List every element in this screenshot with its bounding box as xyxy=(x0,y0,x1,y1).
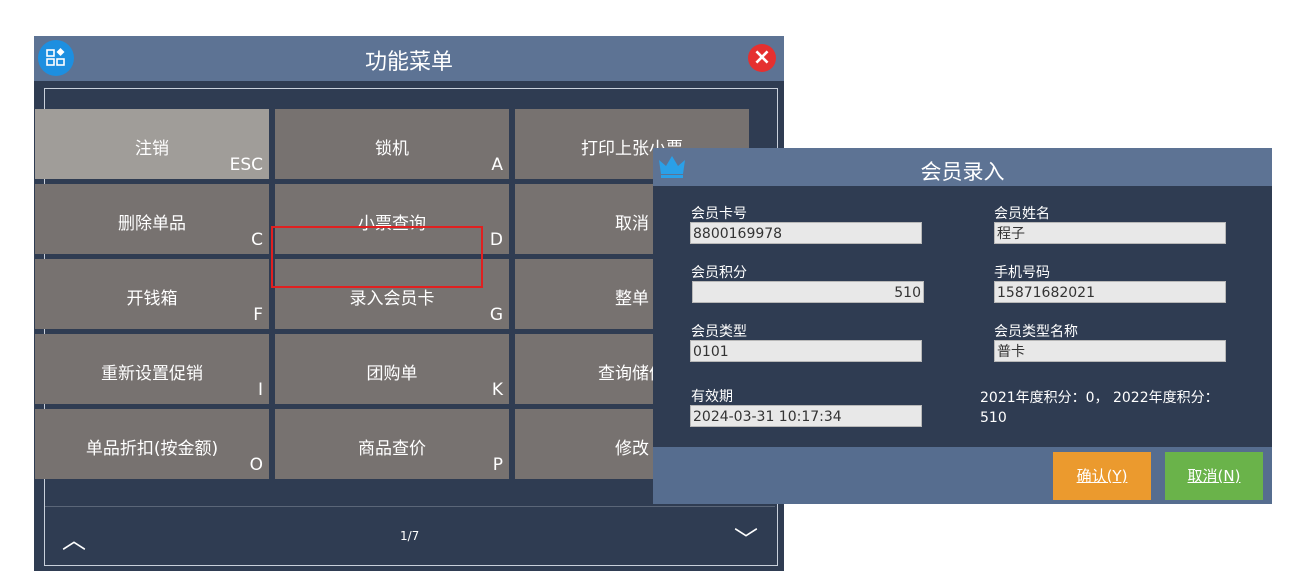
points-field[interactable]: 510 xyxy=(692,281,924,303)
menu-title: 功能菜单 xyxy=(364,50,453,75)
menu-tile[interactable]: 重新设置促销 I xyxy=(35,334,269,404)
member-type-label: 会员类型 xyxy=(691,324,747,340)
menu-tile[interactable]: 团购单 K xyxy=(275,334,509,404)
card-no-field[interactable]: 8800169978 xyxy=(690,222,922,244)
expiry-field[interactable]: 2024-03-31 10:17:34 xyxy=(690,405,922,427)
menu-tile-label: 单品折扣(按金额) xyxy=(85,439,219,459)
menu-tile-shortcut: A xyxy=(491,155,503,175)
points-label: 会员积分 xyxy=(691,265,747,281)
menu-tile-label: 开钱箱 xyxy=(126,289,178,309)
menu-tile[interactable]: 开钱箱 F xyxy=(35,259,269,329)
phone-field[interactable]: 15871682021 xyxy=(994,281,1226,303)
member-entry-dialog: 会员录入 会员卡号 8800169978 会员姓名 程子 会员积分 510 手机… xyxy=(653,148,1272,504)
member-name-label: 会员姓名 xyxy=(994,206,1050,222)
menu-tile-label: 团购单 xyxy=(366,364,418,384)
expiry-label: 有效期 xyxy=(691,389,733,405)
card-no-label: 会员卡号 xyxy=(691,206,747,222)
menu-tile-shortcut: P xyxy=(492,455,503,475)
menu-tile-label: 删除单品 xyxy=(118,214,186,234)
menu-tile[interactable]: 单品折扣(按金额) O xyxy=(35,409,269,479)
pager-divider xyxy=(45,506,775,507)
menu-tile[interactable]: 删除单品 C xyxy=(35,184,269,254)
member-name-field[interactable]: 程子 xyxy=(994,222,1226,244)
close-icon[interactable]: × xyxy=(748,44,776,72)
menu-tile-shortcut: ESC xyxy=(229,155,263,175)
menu-tile-shortcut: G xyxy=(489,305,503,325)
confirm-button[interactable]: 确认(Y) xyxy=(1053,452,1151,500)
menu-tile-shortcut: C xyxy=(251,230,263,250)
member-type-name-field[interactable]: 普卡 xyxy=(994,340,1226,362)
menu-tile[interactable]: 商品查价 P xyxy=(275,409,509,479)
menu-tile-shortcut: F xyxy=(253,305,263,325)
pager-text: 1/7 xyxy=(400,529,420,543)
menu-tile[interactable]: 注销 ESC xyxy=(35,109,269,179)
menu-tile-shortcut: O xyxy=(249,455,263,475)
menu-tile-shortcut: I xyxy=(257,380,263,400)
pager-up-icon[interactable]: ︿ xyxy=(62,520,86,555)
pager-down-icon[interactable]: ﹀ xyxy=(734,520,758,555)
menu-tile-label: 商品查价 xyxy=(358,439,426,459)
menu-tile-shortcut: D xyxy=(489,230,503,250)
menu-tile-label: 重新设置促销 xyxy=(101,364,203,384)
member-title: 会员录入 xyxy=(920,160,1005,184)
member-footer: 确认(Y) 取消(N) xyxy=(653,447,1272,504)
selection-highlight xyxy=(271,226,483,288)
phone-label: 手机号码 xyxy=(994,265,1050,281)
menu-title-bar: 功能菜单 × xyxy=(34,36,784,81)
member-type-field[interactable]: 0101 xyxy=(690,340,922,362)
cancel-button[interactable]: 取消(N) xyxy=(1165,452,1263,500)
member-title-bar: 会员录入 xyxy=(653,148,1272,186)
menu-tile-label: 锁机 xyxy=(375,139,409,159)
menu-tile-shortcut: K xyxy=(491,380,503,400)
member-type-name-label: 会员类型名称 xyxy=(994,324,1078,340)
yearly-points-note: 2021年度积分：0， 2022年度积分：510 xyxy=(980,390,1219,426)
menu-tile[interactable]: 锁机 A xyxy=(275,109,509,179)
